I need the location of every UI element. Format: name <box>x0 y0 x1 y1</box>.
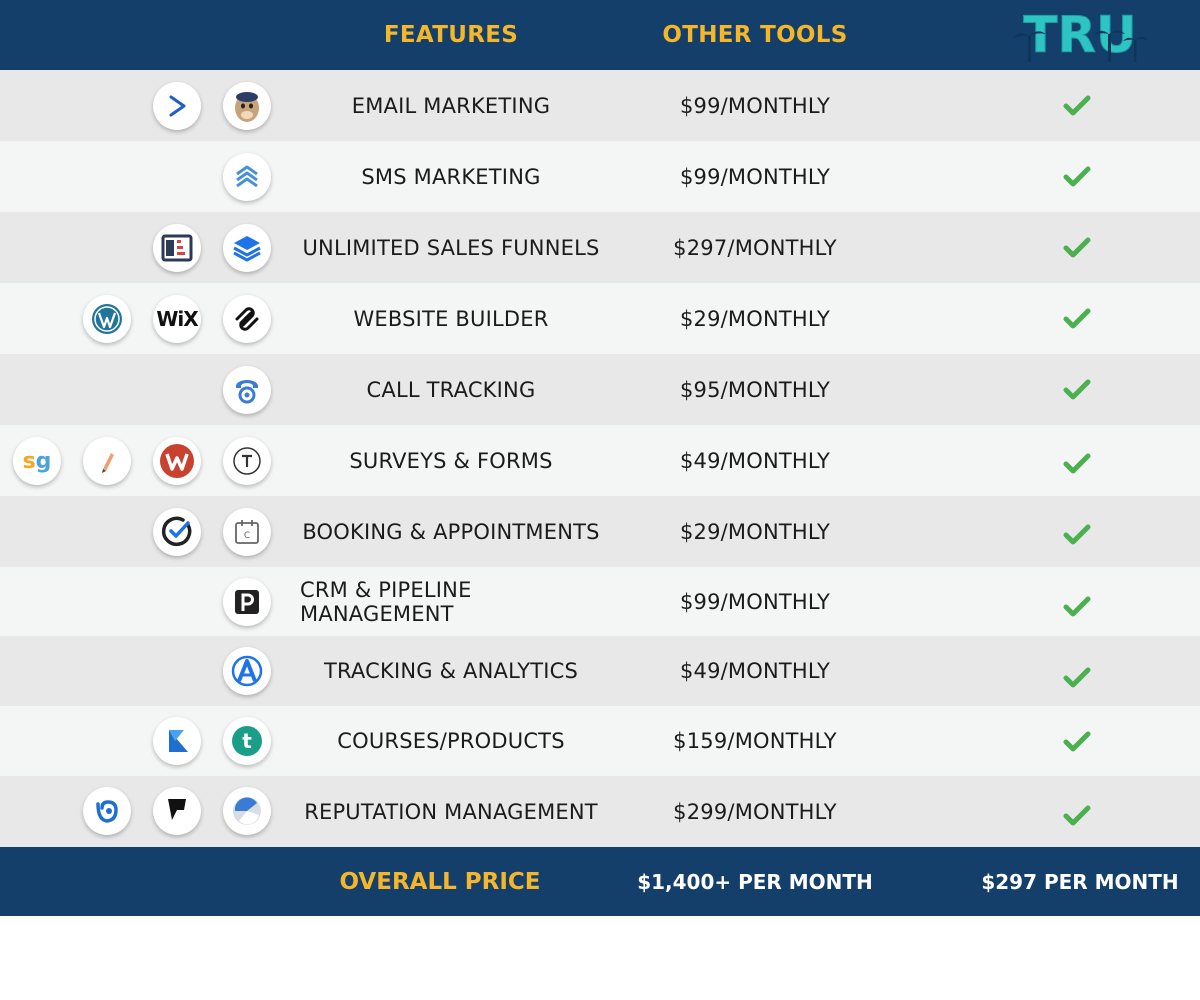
table-row: t COURSES/PRODUCTS $159/MONTHLY <box>0 706 1200 776</box>
clickfunnels-icon <box>153 224 201 272</box>
feature-label: EMAIL MARKETING <box>351 93 551 118</box>
feature-label: COURSES/PRODUCTS <box>337 729 565 753</box>
check-icon <box>1063 308 1091 329</box>
check-icon <box>1063 805 1091 826</box>
wufoo-icon <box>153 437 201 485</box>
table-row: CALL TRACKING $95/MONTHLY <box>0 354 1200 425</box>
other-tool-price: $299/MONTHLY <box>673 799 837 824</box>
birdeye-icon <box>83 787 131 835</box>
acuity-check-icon <box>153 508 201 556</box>
other-tool-price: $99/MONTHLY <box>679 589 831 614</box>
teachable-icon: t <box>223 717 271 765</box>
tru-total: $297 PER MONTH <box>981 869 1179 894</box>
other-tool-price: $159/MONTHLY <box>673 729 837 753</box>
table-row: EMAIL MARKETING $99/MONTHLY <box>0 70 1200 141</box>
svg-text:t: t <box>242 729 252 753</box>
table-footer: OVERALL PRICE $1,400+ PER MONTH $297 PER… <box>0 847 1200 916</box>
table-row: WiX WEBSITE BUILDER $29/MONTHLY <box>0 283 1200 354</box>
sms-chevrons-icon <box>223 153 271 201</box>
feature-label: CALL TRACKING <box>366 377 536 402</box>
feature-label: UNLIMITED SALES FUNNELS <box>302 235 600 260</box>
feature-label: REPUTATION MANAGEMENT <box>304 799 598 824</box>
wix-icon: WiX <box>153 295 201 343</box>
squarespace-icon <box>223 295 271 343</box>
check-icon <box>1063 95 1091 116</box>
other-tool-price: $99/MONTHLY <box>679 164 831 189</box>
table-row: sg SURVEYS & FORMS $49/MONTHLY <box>0 425 1200 496</box>
calendly-icon: C <box>223 508 271 556</box>
table-row: CRM & PIPELINE MANAGEMENT $99/MONTHLY <box>0 567 1200 636</box>
other-tools-header-cell: OTHER TOOLS <box>605 0 905 70</box>
foursquare-icon <box>153 787 201 835</box>
tru-logo: TRU <box>1013 6 1148 64</box>
check-icon <box>1063 596 1091 617</box>
calltracking-icon <box>223 366 271 414</box>
check-icon <box>1063 731 1091 752</box>
wordpress-icon <box>83 295 131 343</box>
leadpages-layers-icon <box>223 224 271 272</box>
table-header: FEATURES OTHER TOOLS TRU <box>0 0 1200 70</box>
surveygizmo-icon: sg <box>13 437 61 485</box>
pipedrive-icon <box>223 578 271 626</box>
tru-logo-text: TRU <box>1023 6 1136 64</box>
other-tools-header: OTHER TOOLS <box>662 22 848 48</box>
other-tool-price: $99/MONTHLY <box>679 93 831 118</box>
feature-label: TRACKING & ANALYTICS <box>323 659 579 683</box>
check-icon <box>1063 453 1091 474</box>
feature-label: SMS MARKETING <box>361 164 541 189</box>
table-row: SMS MARKETING $99/MONTHLY <box>0 141 1200 212</box>
other-tool-price: $297/MONTHLY <box>673 235 837 260</box>
check-icon <box>1063 166 1091 187</box>
typeform-icon <box>223 437 271 485</box>
other-tools-total: $1,400+ PER MONTH <box>637 869 873 894</box>
svg-text:C: C <box>244 531 250 541</box>
overall-price-label: OVERALL PRICE <box>339 868 541 895</box>
mailchimp-icon <box>223 82 271 130</box>
features-header: FEATURES <box>383 22 519 48</box>
other-tool-price: $49/MONTHLY <box>679 659 831 683</box>
check-icon <box>1063 379 1091 400</box>
other-tool-price: $95/MONTHLY <box>679 377 831 402</box>
tru-logo-cell: TRU <box>960 0 1200 70</box>
table-row: UNLIMITED SALES FUNNELS $297/MONTHLY <box>0 212 1200 283</box>
other-tool-price: $49/MONTHLY <box>679 448 831 473</box>
analytics-a-icon <box>223 647 271 695</box>
check-icon <box>1063 237 1091 258</box>
check-icon <box>1063 524 1091 545</box>
features-header-cell: FEATURES <box>300 0 602 70</box>
feature-label: CRM & PIPELINE MANAGEMENT <box>300 577 472 626</box>
check-icon <box>1063 667 1091 688</box>
feature-label: SURVEYS & FORMS <box>349 448 553 473</box>
feature-label: WEBSITE BUILDER <box>353 306 549 331</box>
kajabi-icon <box>153 717 201 765</box>
pen-icon <box>83 437 131 485</box>
table-row: C BOOKING & APPOINTMENTS $29/MONTHLY <box>0 496 1200 567</box>
other-tool-price: $29/MONTHLY <box>679 519 831 544</box>
reputation-swirl-icon <box>223 787 271 835</box>
table-row: REPUTATION MANAGEMENT $299/MONTHLY <box>0 776 1200 847</box>
other-tool-price: $29/MONTHLY <box>679 306 831 331</box>
table-row: TRACKING & ANALYTICS $49/MONTHLY <box>0 636 1200 706</box>
activecampaign-icon <box>153 82 201 130</box>
feature-label: BOOKING & APPOINTMENTS <box>302 519 600 544</box>
